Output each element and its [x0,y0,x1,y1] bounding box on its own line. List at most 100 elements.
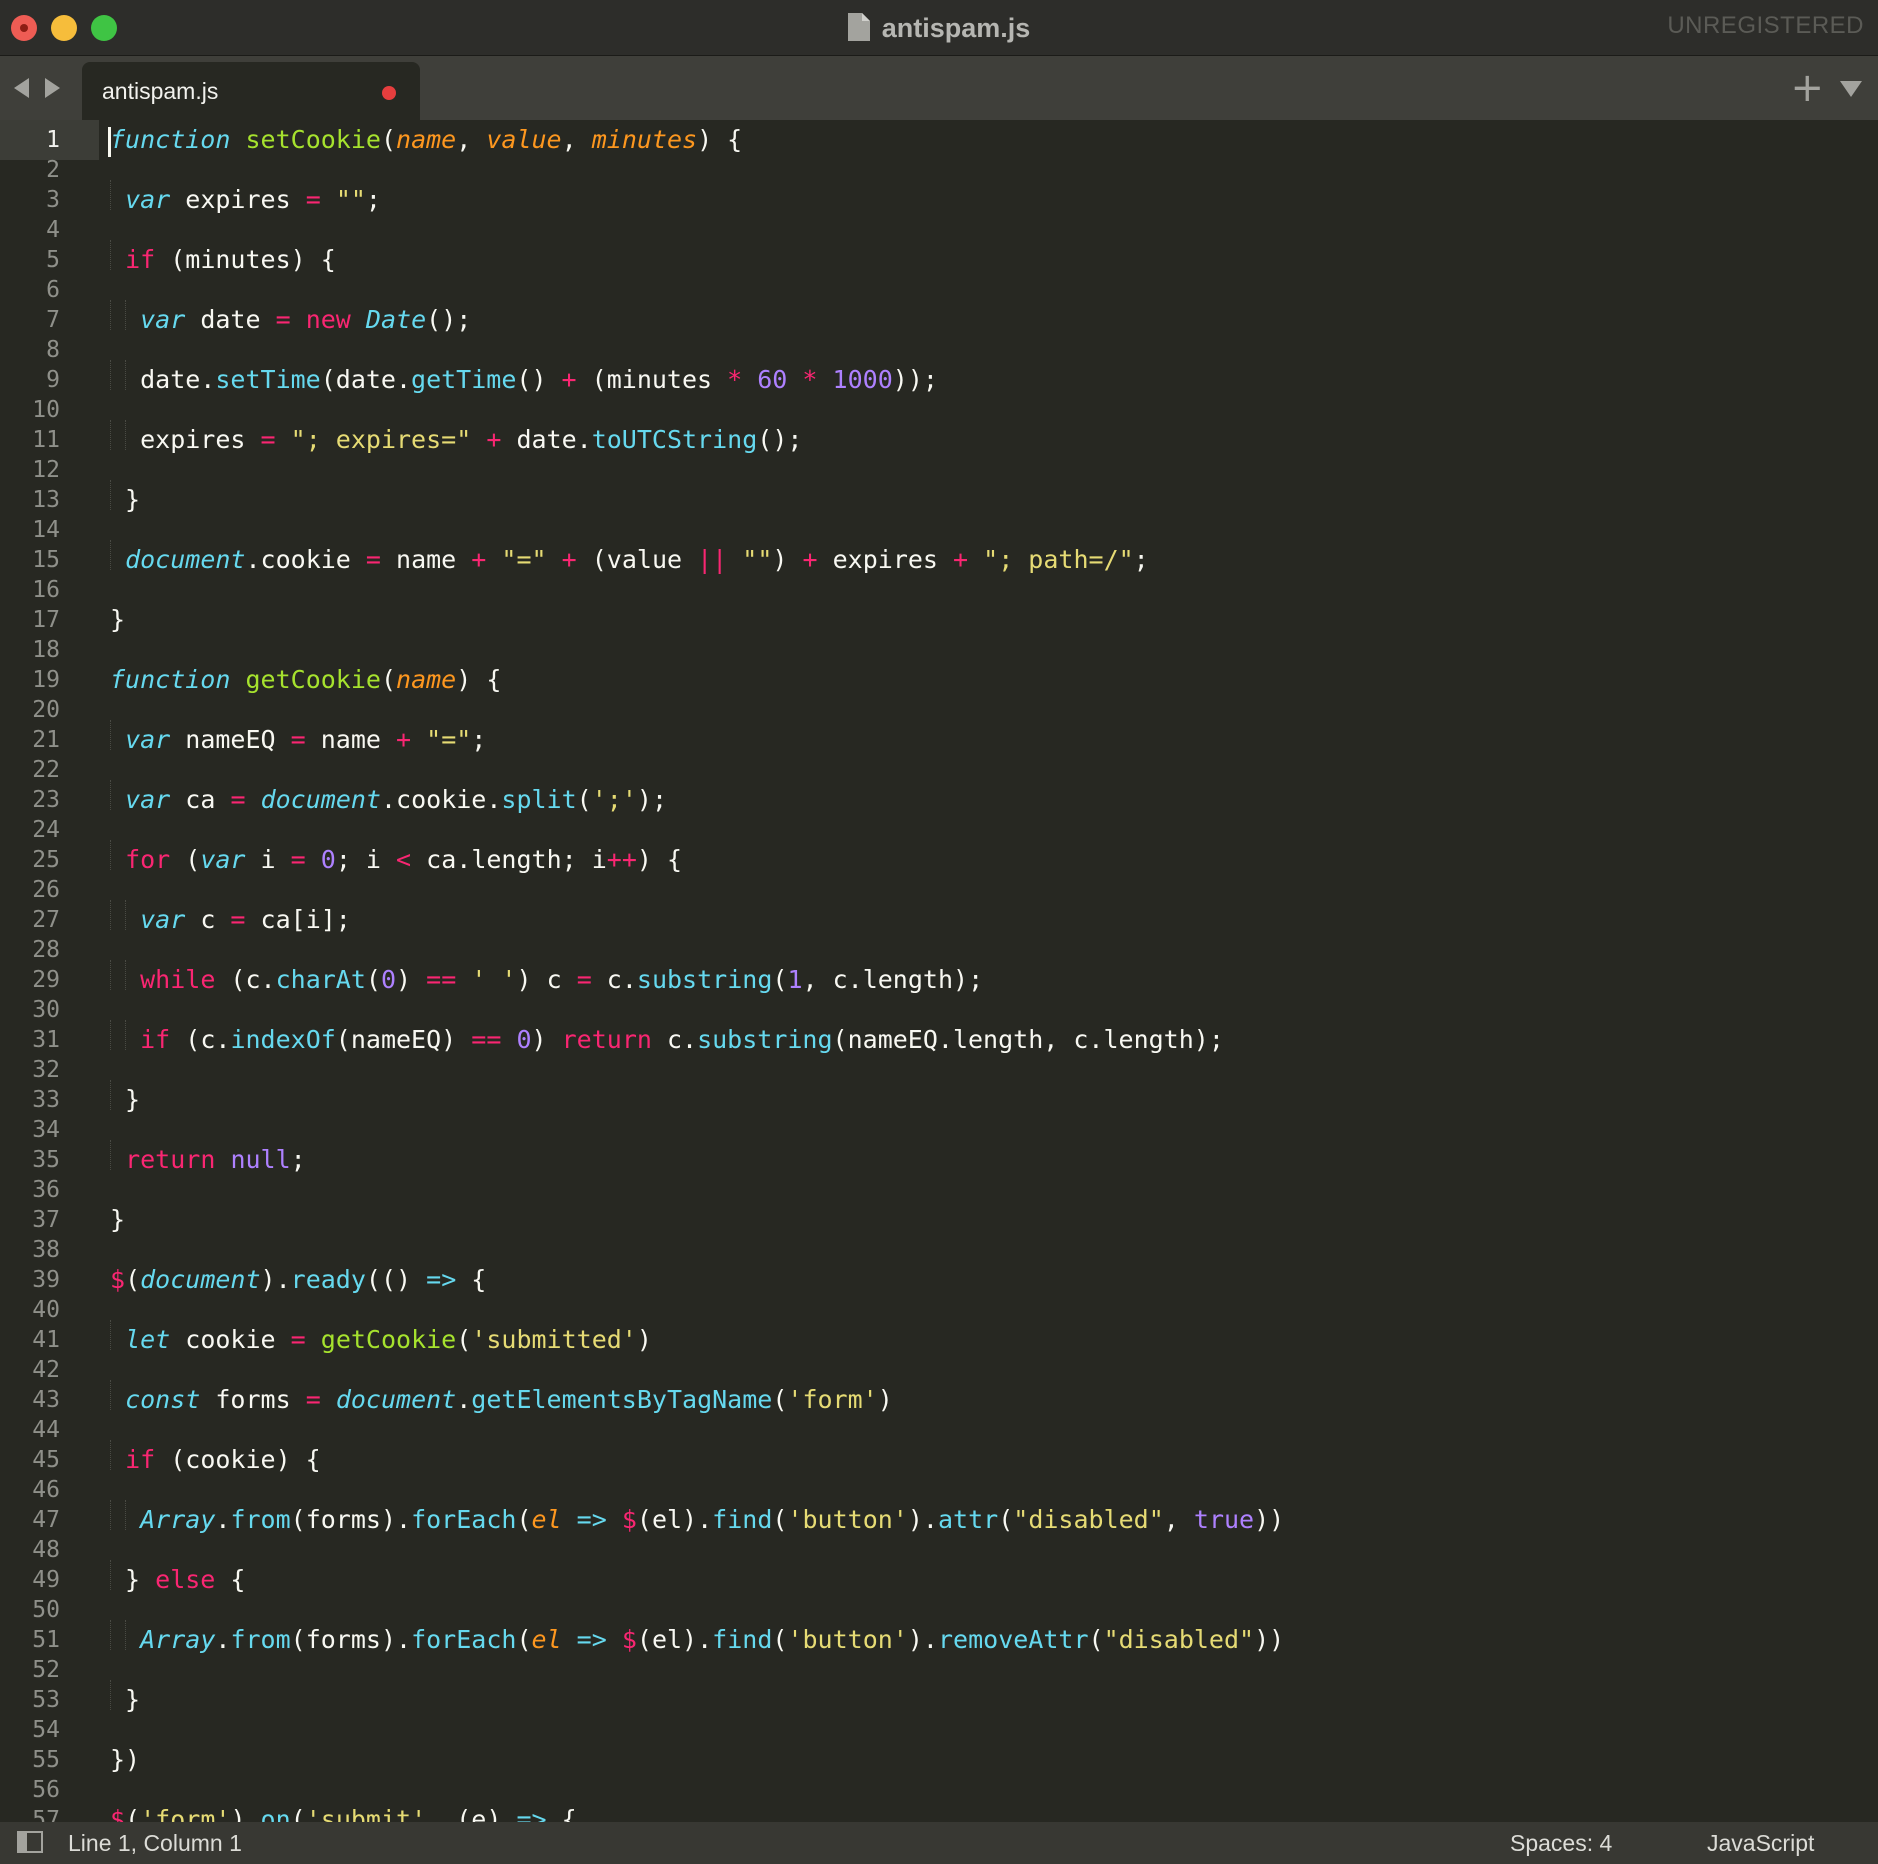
line-number: 12 [32,457,60,483]
code-line[interactable] [110,1710,1878,1740]
code-line[interactable] [110,1230,1878,1260]
line-number: 10 [32,397,60,423]
line-number: 45 [32,1447,60,1473]
code-line[interactable] [110,1770,1878,1800]
code-line[interactable]: var ca = document.cookie.split(';'); [110,780,1878,814]
code-area[interactable]: function setCookie(name, value, minutes)… [110,120,1878,1822]
code-line[interactable]: const forms = document.getElementsByTagN… [110,1380,1878,1414]
code-line[interactable]: document.cookie = name + "=" + (value ||… [110,540,1878,574]
code-line[interactable] [110,1530,1878,1560]
code-line[interactable] [110,1170,1878,1200]
line-number: 30 [32,997,60,1023]
code-line[interactable] [110,570,1878,600]
code-line[interactable]: var date = new Date(); [110,300,1878,334]
code-line[interactable]: var c = ca[i]; [110,900,1878,934]
code-line[interactable]: } [110,1680,1878,1714]
indent-guide [125,300,127,330]
line-number: 24 [32,817,60,843]
code-line[interactable]: return null; [110,1140,1878,1174]
code-line[interactable] [110,1590,1878,1620]
tab-antispam-js[interactable]: antispam.js [82,62,420,120]
code-line[interactable] [110,690,1878,720]
code-line[interactable] [110,1290,1878,1320]
indentation-setting[interactable]: Spaces: 4 [1510,1830,1612,1857]
line-number: 14 [32,517,60,543]
code-line[interactable]: let cookie = getCookie('submitted') [110,1320,1878,1354]
code-line[interactable] [110,930,1878,960]
code-line[interactable]: }) [110,1740,1878,1774]
code-line[interactable]: for (var i = 0; i < ca.length; i++) { [110,840,1878,874]
code-line[interactable]: while (c.charAt(0) == ' ') c = c.substri… [110,960,1878,994]
code-line[interactable]: if (minutes) { [110,240,1878,274]
indent-guide [125,1500,127,1530]
code-line[interactable]: $(document).ready(() => { [110,1260,1878,1294]
code-line[interactable]: } [110,480,1878,514]
code-line[interactable]: Array.from(forms).forEach(el => $(el).fi… [110,1500,1878,1534]
code-line[interactable] [110,390,1878,420]
code-line[interactable]: } [110,1080,1878,1114]
indent-guide [110,900,111,930]
line-number: 19 [32,667,60,693]
plus-icon[interactable]: + [1790,64,1824,112]
nav-forward-icon[interactable] [45,78,60,98]
code-line[interactable] [110,1110,1878,1140]
code-line[interactable] [110,1650,1878,1680]
indent-guide [125,360,127,390]
line-number: 8 [46,337,60,363]
line-number: 54 [32,1717,60,1743]
indent-guide [110,360,111,390]
code-line[interactable] [110,870,1878,900]
indent-guide [125,960,127,990]
code-line[interactable]: } [110,600,1878,634]
code-line[interactable]: $('form').on('submit', (e) => { [110,1800,1878,1822]
line-number: 21 [32,727,60,753]
code-line[interactable] [110,1350,1878,1380]
code-line[interactable] [110,150,1878,180]
code-line[interactable]: if (cookie) { [110,1440,1878,1474]
code-line[interactable]: var nameEQ = name + "="; [110,720,1878,754]
indent-guide [125,420,127,450]
sidebar-toggle-icon[interactable] [17,1831,43,1853]
code-line[interactable]: } [110,1200,1878,1234]
unsaved-indicator-icon[interactable] [382,86,396,100]
indent-guide [110,840,111,870]
code-line[interactable]: } else { [110,1560,1878,1594]
code-line[interactable]: function getCookie(name) { [110,660,1878,694]
code-line[interactable] [110,1050,1878,1080]
code-line[interactable] [110,990,1878,1020]
line-number: 7 [46,307,60,333]
line-number: 11 [32,427,60,453]
nav-back-icon[interactable] [14,78,29,98]
line-number: 13 [32,487,60,513]
cursor-position[interactable]: Line 1, Column 1 [68,1830,242,1857]
code-line[interactable] [110,270,1878,300]
code-line[interactable] [110,510,1878,540]
line-number: 55 [32,1747,60,1773]
code-line[interactable]: expires = "; expires=" + date.toUTCStrin… [110,420,1878,454]
code-line[interactable] [110,1470,1878,1500]
line-number: 48 [32,1537,60,1563]
code-line[interactable] [110,330,1878,360]
line-number-gutter: 1 2 3 4 5 6 7 8 9 10 11 12 13 14 15 16 17 18 19 20 21 22 23 24 2… [0,120,60,1822]
code-editor[interactable]: 1 2 3 4 5 6 7 8 9 10 11 12 13 14 15 16 17 18 19 20 21 22 23 24 2… [0,120,1878,1822]
line-number: 53 [32,1687,60,1713]
code-line[interactable]: if (c.indexOf(nameEQ) == 0) return c.sub… [110,1020,1878,1054]
chevron-down-icon[interactable] [1840,81,1862,97]
code-line[interactable]: date.setTime(date.getTime() + (minutes *… [110,360,1878,394]
code-line[interactable]: function setCookie(name, value, minutes)… [110,120,1878,154]
line-number: 15 [32,547,60,573]
code-line[interactable]: Array.from(forms).forEach(el => $(el).fi… [110,1620,1878,1654]
line-number: 36 [32,1177,60,1203]
line-number: 17 [32,607,60,633]
indent-guide [110,1560,111,1590]
code-line[interactable] [110,750,1878,780]
code-line[interactable] [110,450,1878,480]
code-line[interactable] [110,810,1878,840]
indent-guide [125,1620,127,1650]
code-line[interactable] [110,630,1878,660]
syntax-selector[interactable]: JavaScript [1707,1830,1814,1857]
code-line[interactable]: var expires = ""; [110,180,1878,214]
indent-guide [110,1020,111,1050]
code-line[interactable] [110,210,1878,240]
code-line[interactable] [110,1410,1878,1440]
